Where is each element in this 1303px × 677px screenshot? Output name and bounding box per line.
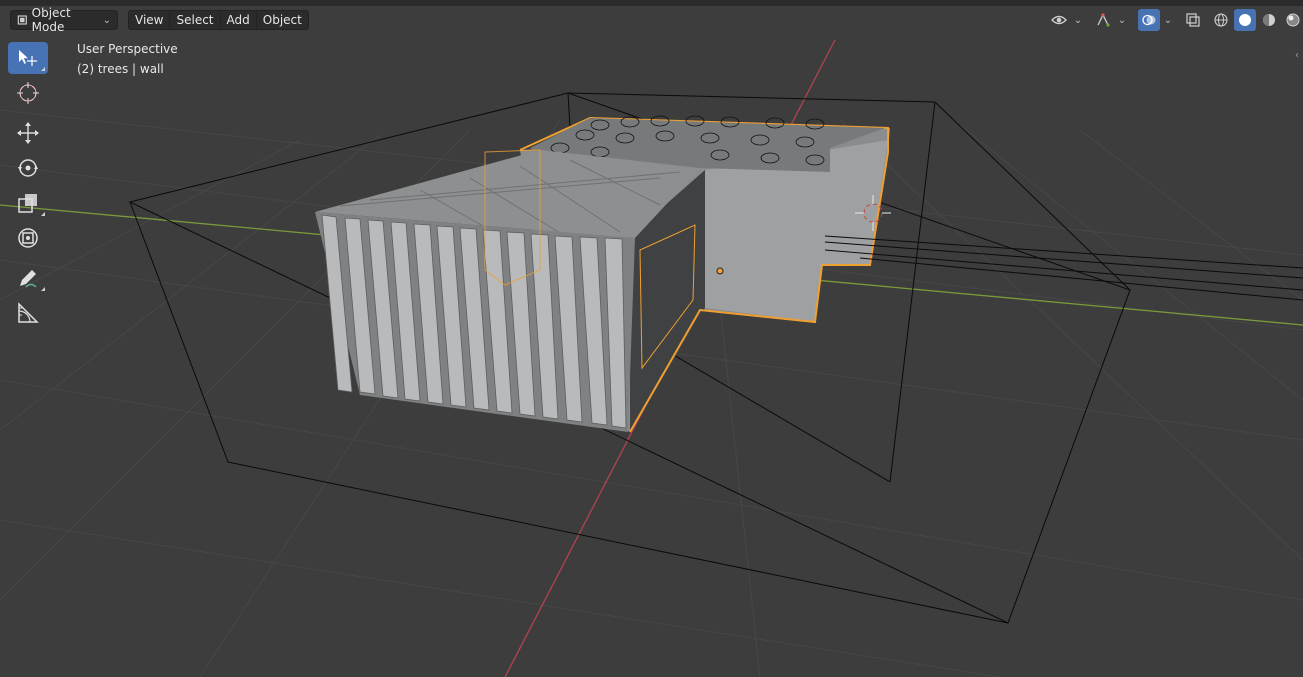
scale-tool[interactable]: [8, 187, 48, 219]
viewport-canvas[interactable]: [0, 0, 1303, 677]
gizmo-icon[interactable]: [1092, 9, 1114, 31]
xray-icon[interactable]: [1182, 9, 1204, 31]
mode-selector[interactable]: Object Mode ⌄: [10, 6, 118, 34]
material-shading-icon[interactable]: [1258, 9, 1280, 31]
tool-variants-indicator: [41, 287, 45, 291]
menu-select[interactable]: Select: [169, 10, 221, 30]
measure-tool[interactable]: [8, 297, 48, 329]
visibility-eye-icon[interactable]: [1048, 9, 1070, 31]
selection-info: (2) trees | wall: [77, 62, 164, 76]
chevron-down-icon[interactable]: ⌄: [1162, 9, 1174, 31]
view-name: User Perspective: [77, 42, 178, 56]
select-box-icon: [19, 50, 37, 66]
chevron-down-icon[interactable]: ⌄: [1116, 9, 1128, 31]
cursor-icon: [17, 82, 39, 104]
object-origin: [716, 267, 724, 275]
chevron-down-icon[interactable]: ⌄: [1072, 9, 1084, 31]
header-right-controls: ⌄ ⌄ ⌄ ⌄: [1048, 9, 1303, 31]
annotate-tool[interactable]: [8, 262, 48, 294]
chevron-down-icon: ⌄: [102, 14, 111, 26]
menu-add[interactable]: Add: [219, 10, 257, 30]
select-box-tool[interactable]: [8, 42, 48, 74]
move-icon: [17, 122, 39, 144]
rotate-tool[interactable]: [8, 152, 48, 184]
header-menu: View Select Add Object: [128, 10, 309, 30]
sidebar-toggle-icon[interactable]: ‹: [1295, 50, 1299, 61]
transform-icon: [18, 228, 38, 248]
wireframe-shading-icon[interactable]: [1210, 9, 1232, 31]
rendered-shading-icon[interactable]: [1282, 9, 1303, 31]
rotate-icon: [18, 159, 38, 177]
tool-variants-indicator: [41, 67, 45, 71]
scale-icon: [18, 194, 37, 213]
tool-variants-indicator: [41, 212, 45, 216]
menu-object[interactable]: Object: [255, 10, 309, 30]
transform-tool[interactable]: [8, 222, 48, 254]
move-tool[interactable]: [8, 117, 48, 149]
measure-icon: [18, 302, 39, 323]
menu-view[interactable]: View: [128, 10, 171, 30]
annotate-icon: [20, 270, 37, 288]
object-mode-icon: [17, 15, 27, 25]
cursor-tool[interactable]: [8, 77, 48, 109]
overlay-icon[interactable]: [1138, 9, 1160, 31]
tool-shelf: [8, 42, 50, 332]
mode-label: Object Mode: [31, 6, 71, 34]
solid-shading-icon[interactable]: [1234, 9, 1256, 31]
viewport-header: Object Mode ⌄ View Select Add Object ⌄ ⌄…: [0, 6, 1303, 34]
